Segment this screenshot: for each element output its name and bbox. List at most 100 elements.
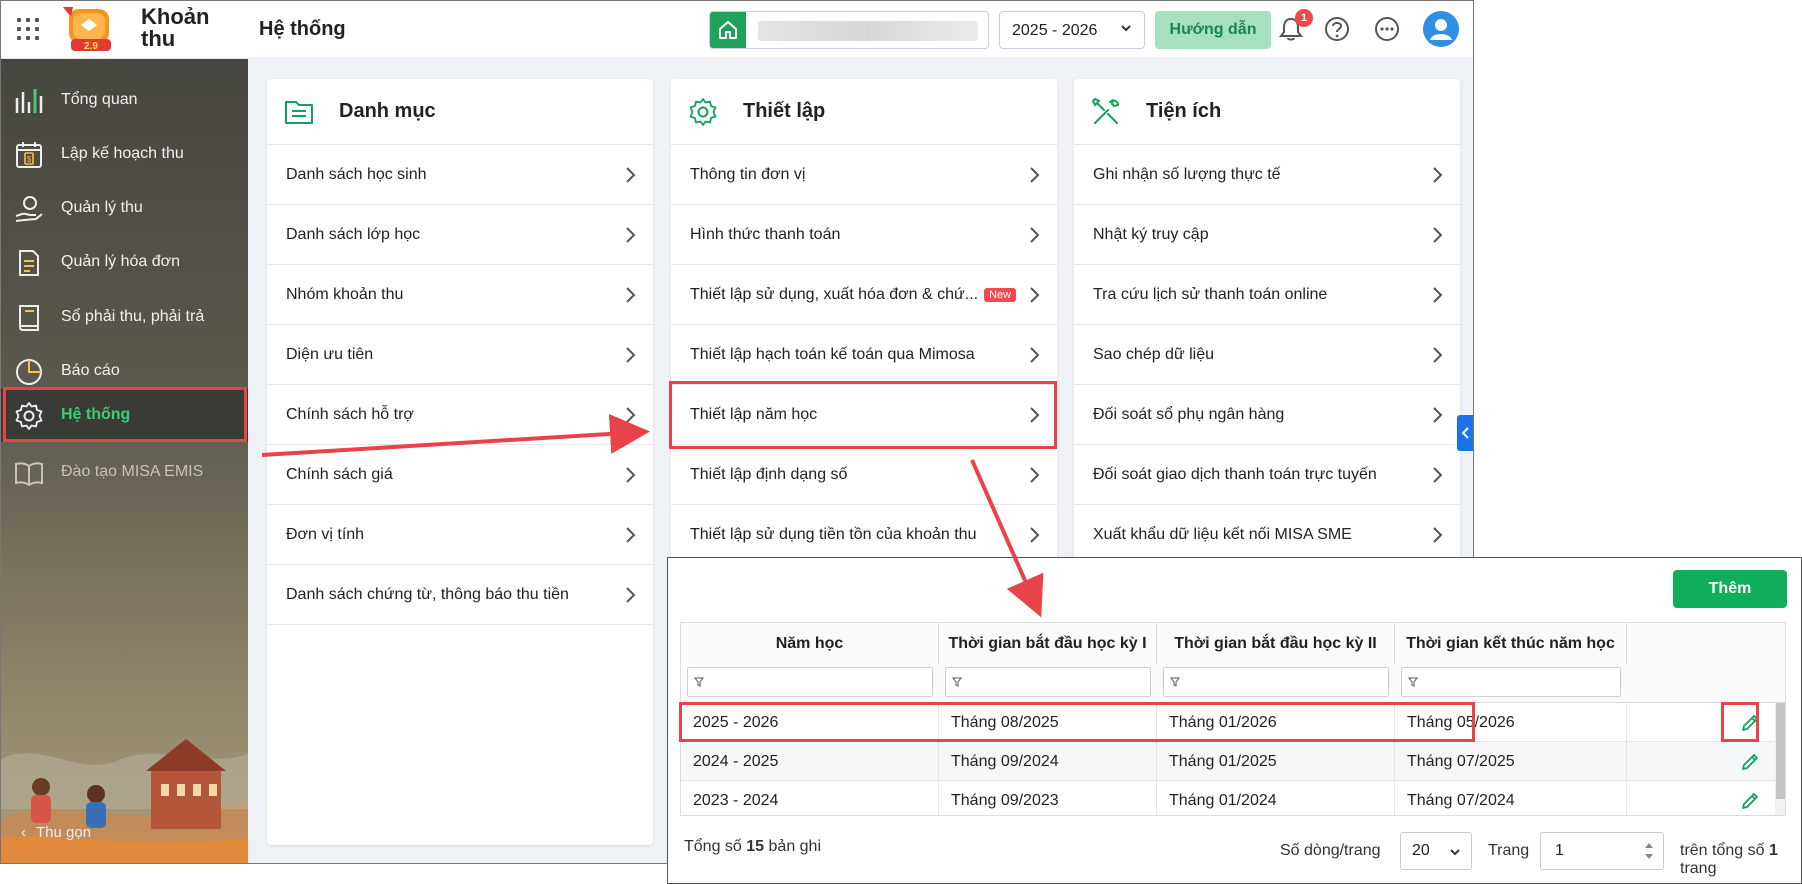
cell-term2-start: Tháng 01/2024 xyxy=(1157,781,1395,815)
rows-per-page-label: Số dòng/trang xyxy=(1280,842,1381,859)
table-row[interactable]: 2024 - 2025 Tháng 09/2024 Tháng 01/2025 … xyxy=(681,742,1785,781)
chevron-down-icon xyxy=(1450,849,1460,856)
panel-toggle-button[interactable] xyxy=(1457,415,1473,451)
open-book-icon xyxy=(15,462,43,487)
hand-coin-icon xyxy=(15,196,43,222)
scrollbar-thumb[interactable] xyxy=(1776,703,1785,799)
stepper-arrows-icon[interactable] xyxy=(1643,840,1655,862)
utilities-item-online-reconcile[interactable]: Đối soát giao dịch thanh toán trực tuyến xyxy=(1074,445,1460,505)
column-header-year-end[interactable]: Thời gian kết thúc năm học xyxy=(1395,623,1627,665)
collapse-label: Thu gọn xyxy=(36,824,92,841)
chevron-right-icon xyxy=(626,407,636,423)
cell-year-end: Tháng 07/2025 xyxy=(1395,742,1627,781)
chevron-right-icon xyxy=(1030,227,1040,243)
utilities-item-copy-data[interactable]: Sao chép dữ liệu xyxy=(1074,325,1460,385)
settings-item-number-format[interactable]: Thiết lập định dạng số xyxy=(671,445,1057,505)
table-row[interactable]: 2023 - 2024 Tháng 09/2023 Tháng 01/2024 … xyxy=(681,781,1785,815)
catalog-panel: Danh mục Danh sách học sinh Danh sách lớ… xyxy=(267,79,653,845)
chevron-right-icon xyxy=(1030,467,1040,483)
new-badge: New xyxy=(984,287,1017,302)
catalog-item-vouchers[interactable]: Danh sách chứng từ, thông báo thu tiền xyxy=(267,565,653,625)
pencil-icon[interactable] xyxy=(1739,751,1761,773)
more-icon[interactable] xyxy=(1373,15,1401,43)
cell-term1-start: Tháng 09/2023 xyxy=(939,781,1157,815)
settings-item-unit-info[interactable]: Thông tin đơn vị xyxy=(671,145,1057,205)
settings-item-payment-methods[interactable]: Hình thức thanh toán xyxy=(671,205,1057,265)
collapse-sidebar-button[interactable]: ‹ Thu gọn xyxy=(21,824,91,841)
pencil-icon[interactable] xyxy=(1739,790,1761,812)
vertical-scrollbar[interactable] xyxy=(1775,703,1785,815)
app-grid-icon[interactable] xyxy=(17,18,39,40)
cell-school-year: 2024 - 2025 xyxy=(681,742,939,781)
help-icon[interactable] xyxy=(1323,15,1351,43)
chevron-right-icon xyxy=(626,587,636,603)
filter-input-term2-start[interactable] xyxy=(1163,667,1389,697)
chevron-right-icon xyxy=(1433,287,1443,303)
page-number-input[interactable]: 1 xyxy=(1540,832,1664,870)
column-header-term1-start[interactable]: Thời gian bắt đầu học kỳ I xyxy=(939,623,1157,665)
sidebar-item-training[interactable]: Đào tạo MISA EMIS xyxy=(1,445,248,499)
utilities-item-payment-history[interactable]: Tra cứu lịch sử thanh toán online xyxy=(1074,265,1460,325)
chevron-right-icon xyxy=(1433,227,1443,243)
utilities-item-actual-quantity[interactable]: Ghi nhận số lượng thực tế xyxy=(1074,145,1460,205)
chevron-right-icon xyxy=(1433,347,1443,363)
add-button[interactable]: Thêm xyxy=(1673,570,1787,608)
catalog-item-fee-groups[interactable]: Nhóm khoản thu xyxy=(267,265,653,325)
filter-icon xyxy=(952,677,962,687)
school-year-highlight xyxy=(669,381,1057,449)
settings-item-invoice-setup[interactable]: Thiết lập sử dụng, xuất hóa đơn & chứ...… xyxy=(671,265,1057,325)
school-year-value: 2025 - 2026 xyxy=(1012,22,1098,39)
top-header: 2.9 Khoản thu Hệ thống 2025 - 2026 Hướng… xyxy=(1,1,1473,59)
catalog-item-support-policy[interactable]: Chính sách hỗ trợ xyxy=(267,385,653,445)
filter-input-year-end[interactable] xyxy=(1401,667,1621,697)
utilities-panel-header: Tiện ích xyxy=(1074,79,1460,145)
sidebar-item-label: Sổ phải thu, phải trả xyxy=(61,308,205,325)
chevron-right-icon xyxy=(1030,347,1040,363)
utilities-item-bank-reconcile[interactable]: Đối soát sổ phụ ngân hàng xyxy=(1074,385,1460,445)
chevron-right-icon xyxy=(626,527,636,543)
filter-input-school-year[interactable] xyxy=(687,667,933,697)
app-name: Khoản thu xyxy=(141,4,210,51)
rows-per-page-select[interactable]: 20 xyxy=(1400,832,1472,870)
column-header-school-year[interactable]: Năm học xyxy=(681,623,939,665)
unit-selector[interactable] xyxy=(709,11,989,49)
user-avatar[interactable] xyxy=(1423,11,1459,47)
sidebar-item-overview[interactable]: Tổng quan xyxy=(1,73,248,127)
invoice-icon xyxy=(19,250,39,276)
catalog-panel-header: Danh mục xyxy=(267,79,653,145)
filter-input-term1-start[interactable] xyxy=(945,667,1151,697)
chevron-right-icon xyxy=(1433,407,1443,423)
cell-term2-start: Tháng 01/2025 xyxy=(1157,742,1395,781)
settings-item-accounting-mimosa[interactable]: Thiết lập hạch toán kế toán qua Mimosa xyxy=(671,325,1057,385)
utilities-item-access-log[interactable]: Nhật ký truy cập xyxy=(1074,205,1460,265)
page-label: Trang xyxy=(1488,842,1530,859)
guide-button[interactable]: Hướng dẫn xyxy=(1155,11,1271,49)
settings-item-balance-usage[interactable]: Thiết lập sử dụng tiền tồn của khoản thu xyxy=(671,505,1057,565)
chevron-right-icon xyxy=(1433,167,1443,183)
sidebar-item-ledger[interactable]: Sổ phải thu, phải trả xyxy=(1,290,248,344)
sidebar-item-collection[interactable]: Quản lý thu xyxy=(1,181,248,235)
settings-panel-header: Thiết lập xyxy=(671,79,1057,145)
catalog-item-price-policy[interactable]: Chính sách giá xyxy=(267,445,653,505)
catalog-item-students[interactable]: Danh sách học sinh xyxy=(267,145,653,205)
chevron-right-icon xyxy=(1030,167,1040,183)
chevron-right-icon xyxy=(1030,287,1040,303)
first-row-highlight xyxy=(679,702,1475,742)
calendar-money-icon: $ xyxy=(16,142,42,168)
sidebar-item-label: Quản lý thu xyxy=(61,199,143,216)
column-header-term2-start[interactable]: Thời gian bắt đầu học kỳ II xyxy=(1157,623,1395,665)
panel-title: Thiết lập xyxy=(743,100,826,122)
tools-icon xyxy=(1091,97,1120,124)
filter-icon xyxy=(1170,677,1180,687)
gear-icon xyxy=(689,98,717,126)
sidebar-item-plan[interactable]: $ Lập kế hoạch thu xyxy=(1,127,248,181)
pie-chart-icon xyxy=(16,359,42,385)
school-year-select[interactable]: 2025 - 2026 xyxy=(999,11,1145,49)
catalog-item-priority[interactable]: Diện ưu tiên xyxy=(267,325,653,385)
utilities-item-export-sme[interactable]: Xuất khẩu dữ liệu kết nối MISA SME xyxy=(1074,505,1460,565)
chevron-right-icon xyxy=(626,467,636,483)
chevron-right-icon xyxy=(1433,467,1443,483)
catalog-item-classes[interactable]: Danh sách lớp học xyxy=(267,205,653,265)
sidebar-item-invoices[interactable]: Quản lý hóa đơn xyxy=(1,235,248,289)
catalog-item-units[interactable]: Đơn vị tính xyxy=(267,505,653,565)
